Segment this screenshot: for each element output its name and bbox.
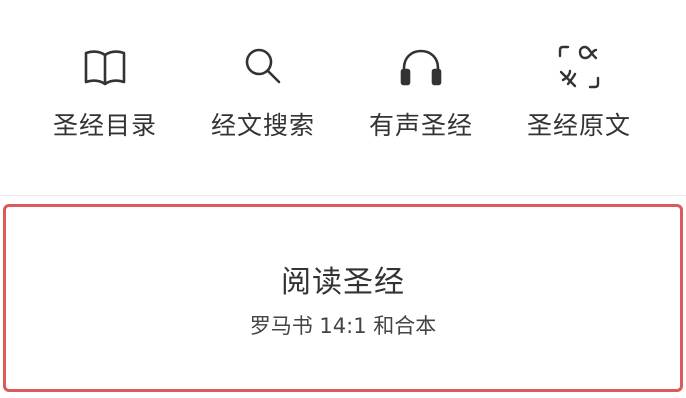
current-passage-label: 罗马书 14:1 和合本 bbox=[249, 314, 437, 338]
bible-contents-label: 圣经目录 bbox=[52, 111, 157, 140]
bible-contents-button[interactable]: 圣经目录 bbox=[30, 36, 180, 156]
verse-search-button[interactable]: 经文搜索 bbox=[188, 36, 338, 156]
search-icon bbox=[240, 44, 286, 90]
shortcut-row: 圣经目录 经文搜索 有声圣经 圣经原文 bbox=[0, 0, 686, 190]
original-text-button[interactable]: 圣经原文 bbox=[504, 36, 654, 156]
headphones-icon bbox=[398, 44, 444, 90]
original-text-label: 圣经原文 bbox=[526, 111, 631, 140]
audio-bible-label: 有声圣经 bbox=[368, 111, 473, 140]
verse-search-label: 经文搜索 bbox=[210, 111, 315, 140]
original-language-icon bbox=[556, 44, 602, 90]
book-icon bbox=[82, 44, 128, 90]
section-divider bbox=[0, 195, 686, 196]
read-bible-title: 阅读圣经 bbox=[281, 265, 405, 300]
read-bible-card[interactable]: 阅读圣经 罗马书 14:1 和合本 bbox=[3, 204, 683, 392]
audio-bible-button[interactable]: 有声圣经 bbox=[346, 36, 496, 156]
